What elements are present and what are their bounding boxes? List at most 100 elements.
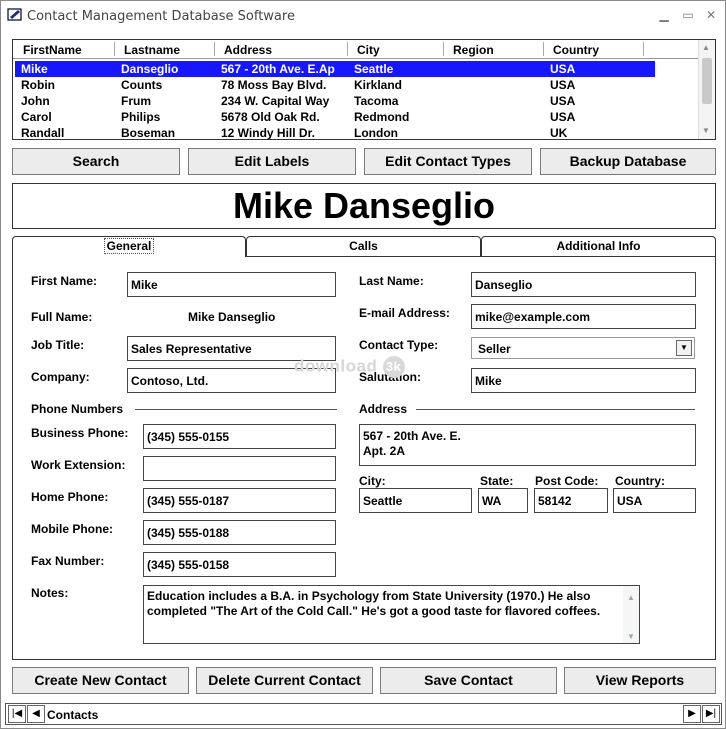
work-extension-label: Work Extension: [31, 458, 126, 472]
table-row[interactable]: John Frum 234 W. Capital Way Tacoma USA [15, 93, 655, 109]
notes-textarea[interactable]: Education includes a B.A. in Psychology … [143, 585, 640, 644]
grid-header: FirstName Lastname Address City Region C… [13, 40, 699, 59]
address-field[interactable]: 567 - 20th Ave. E. Apt. 2A [359, 424, 696, 466]
view-reports-button[interactable]: View Reports [564, 667, 716, 694]
minimize-icon[interactable]: ▁ [656, 7, 672, 23]
mobile-phone-field[interactable]: (345) 555-0188 [143, 520, 336, 545]
close-icon[interactable]: ✕ [703, 7, 719, 23]
email-field[interactable]: mike@example.com [471, 304, 696, 329]
work-extension-field[interactable] [143, 456, 336, 481]
cell-firstname: John [21, 94, 50, 108]
edit-labels-button[interactable]: Edit Labels [188, 148, 356, 175]
address-section-divider [416, 409, 695, 410]
table-row[interactable]: Mike Danseglio 567 - 20th Ave. E.Ap Seat… [15, 61, 655, 77]
column-header-city[interactable]: City [357, 43, 380, 57]
cell-country: USA [550, 94, 576, 108]
address-section-label: Address [359, 402, 408, 416]
contact-type-select[interactable]: Seller ▼ [471, 337, 695, 359]
contacts-grid[interactable]: FirstName Lastname Address City Region C… [12, 39, 716, 140]
cell-address: 567 - 20th Ave. E.Ap [221, 62, 335, 76]
table-row[interactable]: Randall Boseman 12 Windy Hill Dr. London… [15, 125, 655, 140]
cell-country: USA [550, 110, 576, 124]
column-header-lastname[interactable]: Lastname [124, 43, 180, 57]
table-row[interactable]: Carol Philips 5678 Old Oak Rd. Redmond U… [15, 109, 655, 125]
grid-scrollbar[interactable]: ▲ ▼ [698, 40, 715, 139]
column-header-address[interactable]: Address [224, 43, 272, 57]
notes-label: Notes: [31, 586, 69, 600]
previous-record-icon[interactable]: ◀ [27, 705, 45, 723]
edit-contact-types-button[interactable]: Edit Contact Types [364, 148, 532, 175]
last-name-field[interactable]: Danseglio [471, 272, 696, 297]
cell-country: USA [550, 62, 576, 76]
post-code-field[interactable]: 58142 [534, 488, 608, 513]
cell-lastname: Frum [121, 94, 151, 108]
address-line1: 567 - 20th Ave. E. [363, 429, 461, 443]
tab-general-label: General [103, 238, 155, 254]
home-phone-label: Home Phone: [31, 490, 109, 504]
first-name-label: First Name: [31, 274, 98, 288]
create-new-contact-button[interactable]: Create New Contact [12, 667, 189, 694]
cell-city: Kirkland [354, 78, 403, 92]
cell-address: 234 W. Capital Way [221, 94, 330, 108]
navigation-label: Contacts [47, 708, 99, 722]
address-line2: Apt. 2A [363, 444, 405, 458]
cell-lastname: Counts [121, 78, 163, 92]
tab-calls[interactable]: Calls [246, 236, 481, 257]
save-contact-button[interactable]: Save Contact [380, 667, 557, 694]
tab-additional-info[interactable]: Additional Info [481, 236, 716, 257]
company-label: Company: [31, 370, 90, 384]
city-field[interactable]: Seattle [359, 488, 472, 513]
notes-scrollbar[interactable]: ▲ ▼ [623, 586, 639, 643]
record-navigation-bar: |◀ ◀ Contacts ▶ ▶| [5, 703, 722, 725]
home-phone-field[interactable]: (345) 555-0187 [143, 488, 336, 513]
scroll-thumb[interactable] [702, 58, 712, 104]
post-code-label: Post Code: [535, 474, 599, 488]
cell-country: USA [550, 78, 576, 92]
column-header-country[interactable]: Country [553, 43, 599, 57]
cell-city: Redmond [354, 110, 410, 124]
first-record-icon[interactable]: |◀ [8, 705, 26, 723]
city-label: City: [359, 474, 386, 488]
last-record-icon[interactable]: ▶| [702, 705, 720, 723]
contact-type-label: Contact Type: [359, 338, 439, 352]
scroll-down-icon[interactable]: ▼ [702, 126, 710, 135]
phone-section-divider [135, 409, 337, 410]
state-field[interactable]: WA [478, 488, 528, 513]
next-record-icon[interactable]: ▶ [683, 705, 701, 723]
backup-database-button[interactable]: Backup Database [540, 148, 716, 175]
cell-lastname: Philips [121, 110, 161, 124]
country-field[interactable]: USA [613, 488, 696, 513]
first-name-field[interactable]: Mike [127, 272, 336, 297]
watermark-logo: download 3k [294, 356, 405, 378]
scroll-down-icon[interactable]: ▼ [627, 629, 635, 644]
cell-address: 5678 Old Oak Rd. [221, 110, 320, 124]
job-title-label: Job Title: [31, 338, 85, 352]
contact-name-heading: Mike Danseglio [12, 183, 716, 229]
fax-number-field[interactable]: (345) 555-0158 [143, 552, 336, 577]
tab-general[interactable]: General [12, 236, 246, 258]
business-phone-field[interactable]: (345) 555-0155 [143, 424, 336, 449]
cell-firstname: Robin [21, 78, 55, 92]
cell-city: Tacoma [354, 94, 399, 108]
column-header-region[interactable]: Region [453, 43, 494, 57]
search-button[interactable]: Search [12, 148, 180, 175]
cell-city: London [354, 126, 398, 140]
full-name-value: Mike Danseglio [188, 310, 276, 324]
cell-firstname: Randall [21, 126, 65, 140]
column-header-firstname[interactable]: FirstName [23, 43, 82, 57]
chevron-down-icon[interactable]: ▼ [676, 340, 692, 356]
maximize-icon[interactable]: ▭ [680, 7, 696, 23]
scroll-up-icon[interactable]: ▲ [702, 43, 710, 52]
salutation-field[interactable]: Mike [471, 368, 696, 393]
delete-current-contact-button[interactable]: Delete Current Contact [196, 667, 373, 694]
last-name-label: Last Name: [359, 274, 424, 288]
cell-address: 12 Windy Hill Dr. [221, 126, 315, 140]
phone-numbers-section-label: Phone Numbers [31, 402, 124, 416]
cell-city: Seattle [354, 62, 394, 76]
table-row[interactable]: Robin Counts 78 Moss Bay Blvd. Kirkland … [15, 77, 655, 93]
cell-lastname: Danseglio [121, 62, 179, 76]
business-phone-label: Business Phone: [31, 426, 129, 440]
title-bar: Contact Management Database Software ▁ ▭… [1, 1, 725, 33]
scroll-up-icon[interactable]: ▲ [627, 590, 635, 605]
notes-text: Education includes a B.A. in Psychology … [147, 589, 601, 618]
